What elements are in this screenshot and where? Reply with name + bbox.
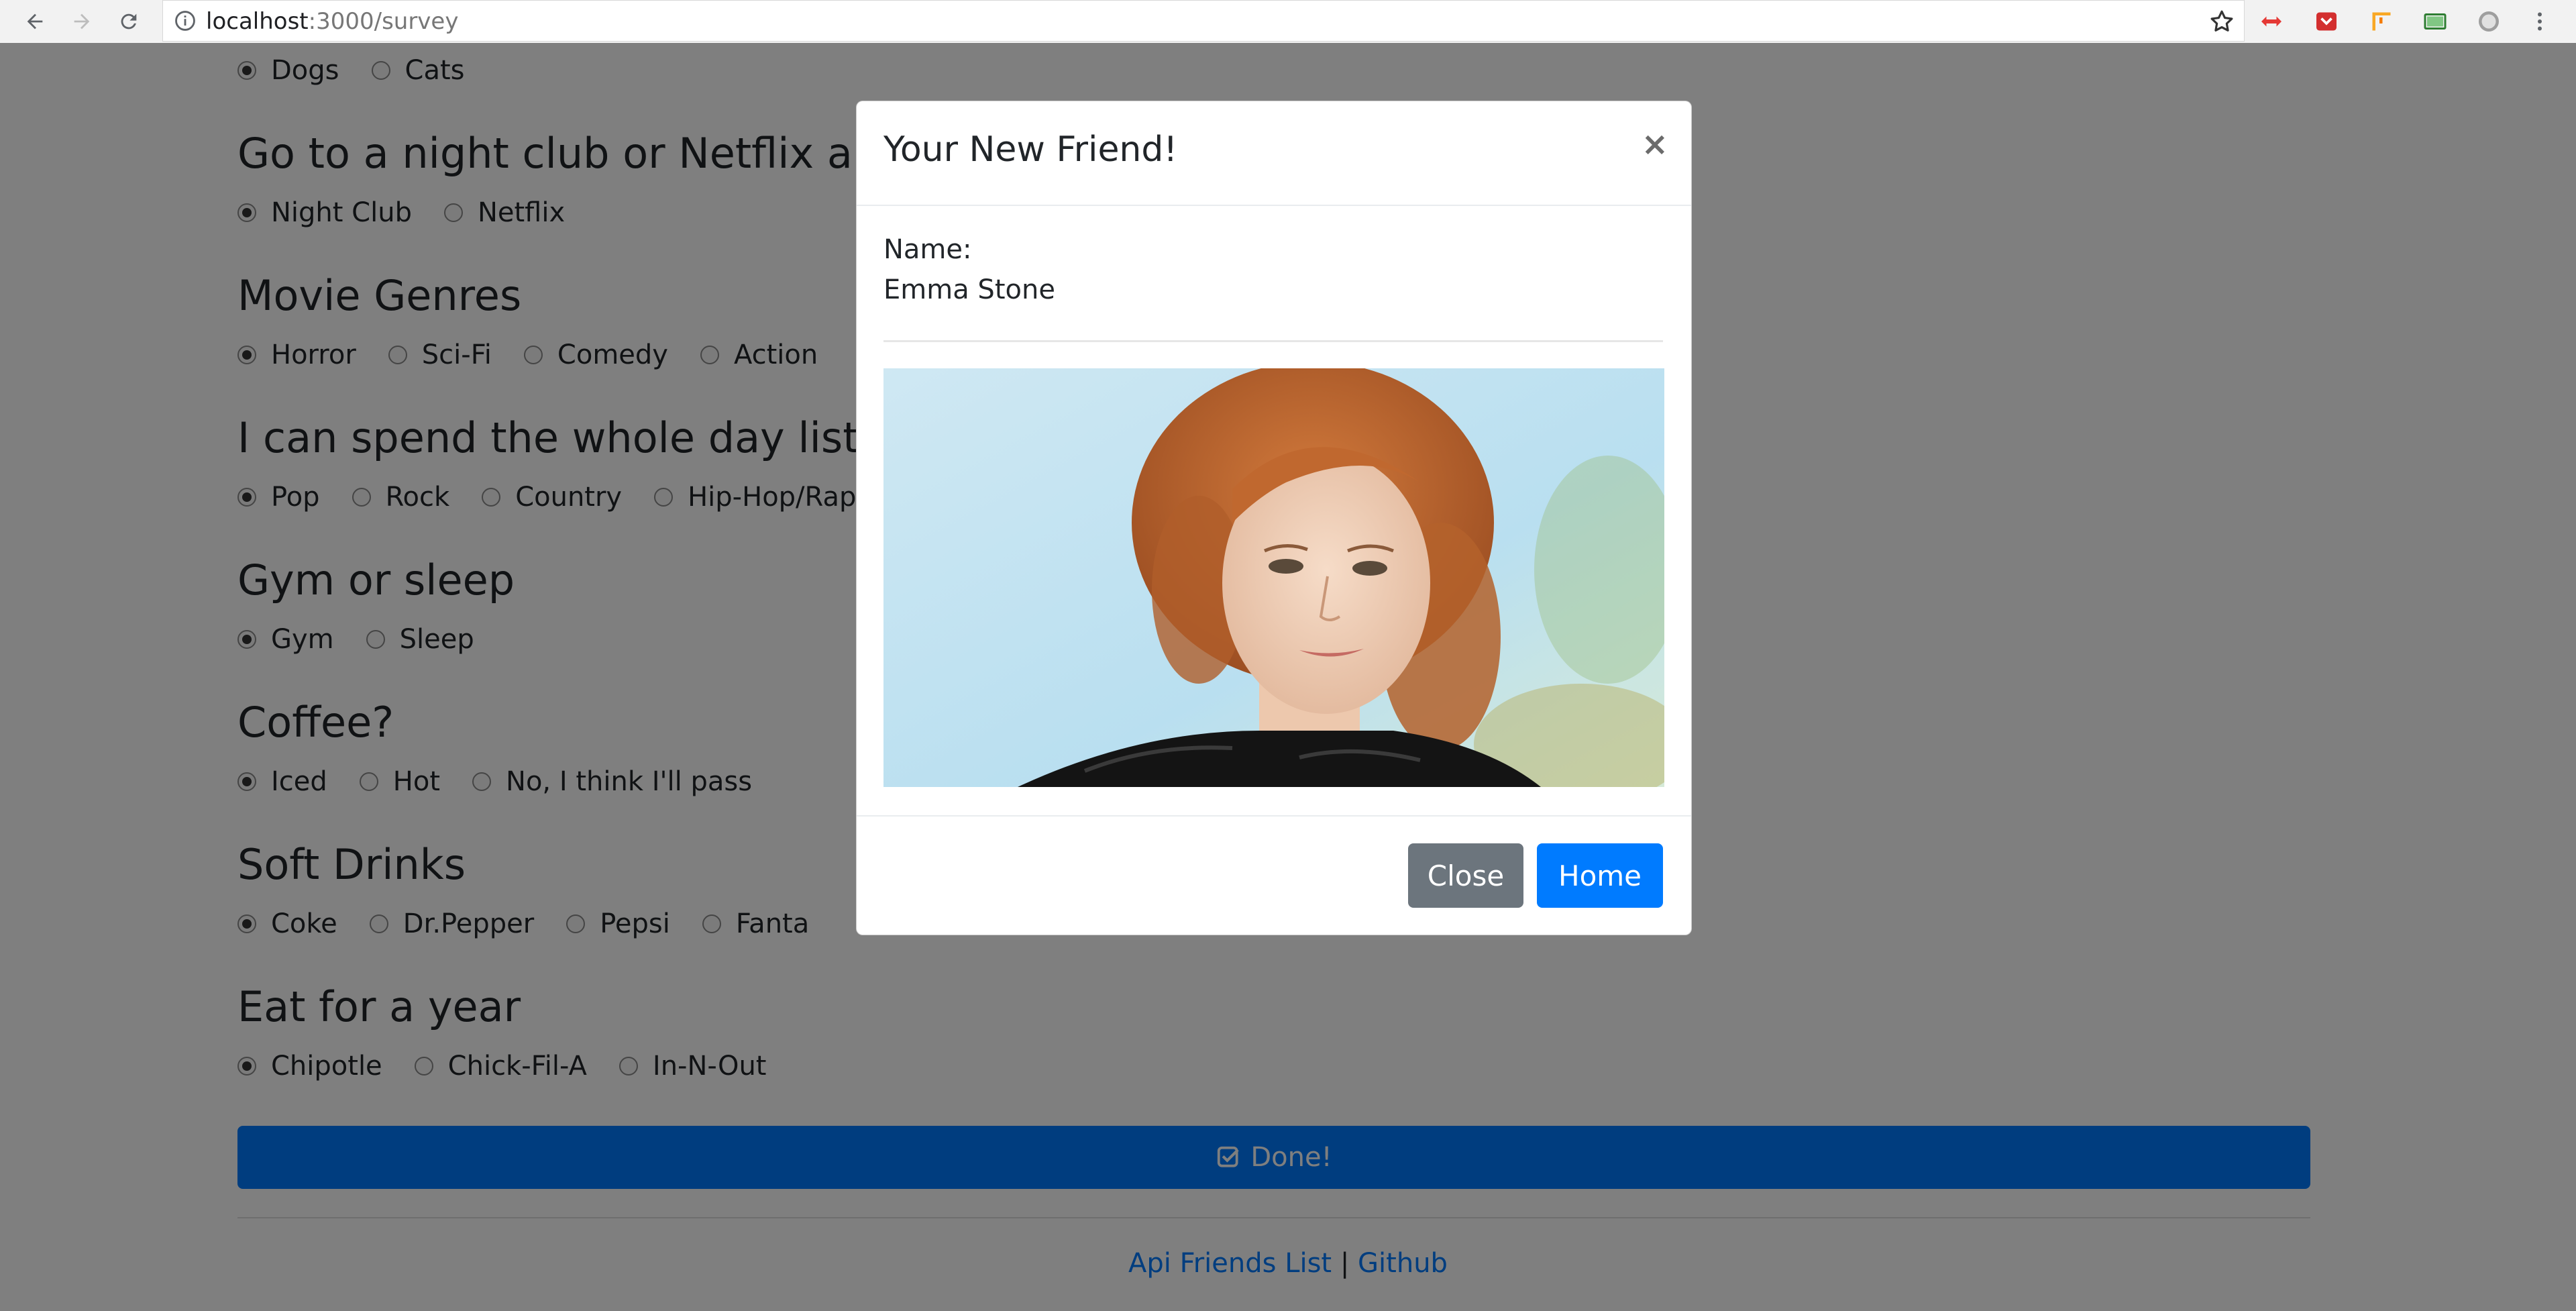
- modal-header-divider: [857, 205, 1691, 206]
- back-icon[interactable]: [19, 5, 51, 38]
- star-icon[interactable]: [2208, 7, 2236, 36]
- url-text: localhost:3000/survey: [206, 1, 458, 42]
- extension-icon-orange[interactable]: [2369, 9, 2394, 34]
- browser-toolbar: localhost:3000/survey: [0, 0, 2576, 43]
- name-divider: [883, 340, 1663, 342]
- extension-icon-red[interactable]: [2259, 9, 2284, 34]
- reload-icon[interactable]: [113, 5, 145, 38]
- modal-title: Your New Friend!: [883, 129, 1178, 170]
- friend-photo: [883, 368, 1664, 787]
- new-friend-modal: Your New Friend! × Name: Emma Stone Clos…: [856, 101, 1692, 935]
- menu-icon[interactable]: [2528, 9, 2552, 34]
- modal-footer-divider: [857, 815, 1691, 817]
- friend-name: Emma Stone: [883, 274, 1055, 305]
- info-icon[interactable]: [174, 9, 198, 34]
- url-host: localhost: [206, 8, 309, 35]
- home-button[interactable]: Home: [1537, 843, 1663, 908]
- name-label: Name:: [883, 234, 972, 265]
- close-icon[interactable]: ×: [1642, 128, 1668, 160]
- extension-icon-green[interactable]: [2423, 9, 2447, 34]
- url-path: :3000/survey: [308, 8, 459, 35]
- close-button[interactable]: Close: [1408, 843, 1523, 908]
- profile-icon[interactable]: [2477, 9, 2501, 34]
- url-bar[interactable]: localhost:3000/survey: [162, 0, 2245, 42]
- forward-icon[interactable]: [66, 5, 98, 38]
- pocket-icon[interactable]: [2314, 9, 2339, 34]
